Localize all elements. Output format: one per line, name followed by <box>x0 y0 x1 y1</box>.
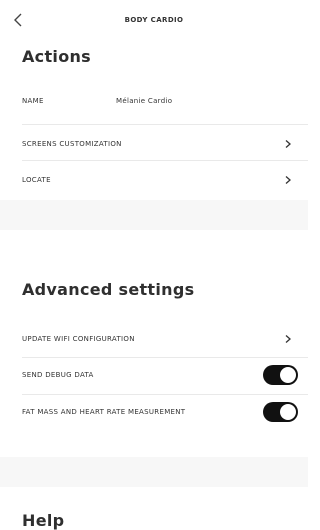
send-debug-toggle[interactable] <box>263 365 298 385</box>
update-wifi-label: UPDATE WIFI CONFIGURATION <box>22 335 135 343</box>
fat-mass-toggle[interactable] <box>263 402 298 422</box>
section-title-actions: Actions <box>22 47 92 66</box>
name-value: Mélanie Cardio <box>116 97 173 105</box>
chevron-right-icon <box>285 176 291 184</box>
chevron-right-icon <box>285 335 291 343</box>
locate-label: LOCATE <box>22 176 51 184</box>
divider <box>22 357 308 358</box>
name-row[interactable]: NAME Mélanie Cardio <box>22 88 308 114</box>
page-title: BODY CARDIO <box>124 16 184 24</box>
fat-mass-label: FAT MASS AND HEART RATE MEASUREMENT <box>22 408 186 416</box>
navigation-bar: BODY CARDIO <box>0 0 308 40</box>
send-debug-row: SEND DEBUG DATA <box>22 362 308 388</box>
divider <box>22 160 308 161</box>
send-debug-label: SEND DEBUG DATA <box>22 371 94 379</box>
toggle-knob <box>280 404 296 420</box>
name-label: NAME <box>22 97 44 105</box>
divider <box>22 394 308 395</box>
screens-customization-row[interactable]: SCREENS CUSTOMIZATION <box>22 131 308 157</box>
update-wifi-row[interactable]: UPDATE WIFI CONFIGURATION <box>22 326 308 352</box>
screens-customization-label: SCREENS CUSTOMIZATION <box>22 140 122 148</box>
chevron-right-icon <box>285 140 291 148</box>
locate-row[interactable]: LOCATE <box>22 167 308 193</box>
toggle-knob <box>280 367 296 383</box>
section-gap <box>0 200 308 230</box>
fat-mass-row: FAT MASS AND HEART RATE MEASUREMENT <box>22 399 308 425</box>
section-title-help: Help <box>22 511 65 530</box>
section-gap <box>0 457 308 487</box>
section-title-advanced-settings: Advanced settings <box>22 280 195 299</box>
divider <box>22 124 308 125</box>
